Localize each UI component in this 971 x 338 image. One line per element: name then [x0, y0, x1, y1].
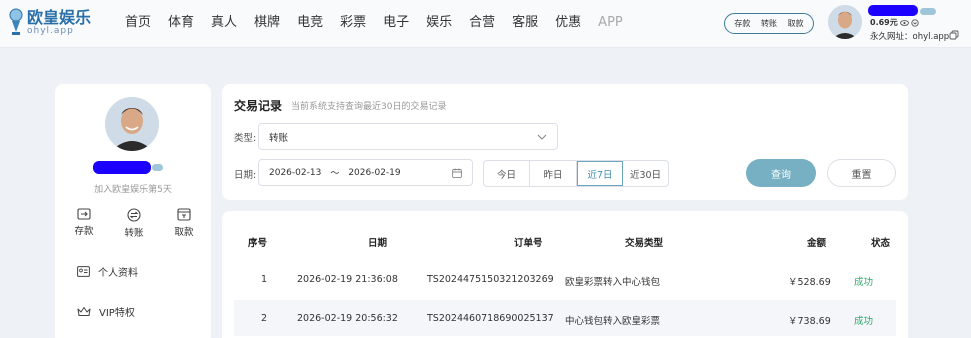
sidebar-item-label: VIP特权	[99, 308, 135, 319]
vip-badge	[152, 164, 163, 171]
date-separator: ～	[330, 169, 340, 179]
header-type: 交易类型	[625, 238, 664, 249]
sidebar-transfer-button[interactable]: 转账	[119, 208, 149, 239]
nav-lottery[interactable]: 彩票	[340, 15, 366, 31]
header-withdraw-button[interactable]: 取款	[788, 18, 804, 29]
cell-order: TS2024475150321203269	[427, 274, 554, 285]
quick-actions: 存款 转账 取款	[69, 208, 199, 239]
header-date: 日期	[368, 238, 388, 249]
permanent-url: 永久网址：ohyl.app	[870, 30, 949, 42]
period-7days-button[interactable]: 近7日	[577, 161, 623, 186]
date-end[interactable]: 2026-02-19	[348, 168, 400, 178]
table-row: 1 2026-02-19 21:36:08 TS2024475150321203…	[234, 261, 896, 297]
page-title: 交易记录	[234, 99, 283, 113]
join-days-text: 加入欧皇娱乐第5天	[94, 185, 172, 195]
cell-date: 2026-02-19 21:36:08	[297, 274, 398, 285]
nav-affiliate[interactable]: 合营	[469, 15, 495, 31]
reset-button[interactable]: 重置	[827, 159, 896, 187]
transaction-filter-panel: 交易记录 当前系统支持查询最近30日的交易记录 类型: 转账 日期: 2026-…	[222, 84, 908, 200]
withdraw-label: 取款	[174, 227, 194, 238]
brand-logo[interactable]: 欧皇娱乐 ohyl.app	[8, 8, 91, 38]
nav-esports[interactable]: 电竞	[297, 15, 323, 31]
nav-home[interactable]: 首页	[125, 15, 151, 31]
balance-display: 0.69元	[870, 17, 919, 28]
profile-avatar[interactable]	[105, 97, 159, 151]
brand-subtitle: ohyl.app	[27, 26, 74, 36]
header-no: 序号	[248, 238, 268, 249]
nav-app[interactable]: APP	[598, 15, 623, 31]
refresh-icon[interactable]	[911, 18, 919, 27]
eye-icon[interactable]	[899, 19, 909, 26]
top-navbar: 欧皇娱乐 ohyl.app 首页 体育 真人 棋牌 电竞 彩票 电子 娱乐 合营…	[0, 0, 971, 48]
period-today-button[interactable]: 今日	[484, 161, 530, 186]
transfer-label: 转账	[124, 228, 144, 239]
cell-no: 1	[261, 274, 268, 285]
cell-type: 欧皇彩票转入中心钱包	[565, 277, 661, 288]
withdraw-icon	[177, 208, 191, 221]
type-select-value: 转账	[269, 132, 289, 144]
header-order: 订单号	[514, 238, 543, 249]
transfer-icon	[127, 208, 141, 222]
avatar-portrait-icon	[828, 5, 862, 39]
period-toggle: 今日 昨日 近7日 近30日	[483, 160, 669, 187]
nav-cards[interactable]: 棋牌	[254, 15, 280, 31]
main-nav: 首页 体育 真人 棋牌 电竞 彩票 电子 娱乐 合营 客服 优惠 APP	[125, 15, 640, 31]
period-30days-button[interactable]: 近30日	[623, 161, 668, 186]
sidebar-item-label: 个人资料	[98, 268, 138, 279]
period-yesterday-button[interactable]: 昨日	[530, 161, 577, 186]
header-avatar[interactable]	[828, 5, 862, 39]
table-row: 2 2026-02-19 20:56:32 TS2024460718690025…	[234, 300, 896, 336]
cell-amount: ￥738.69	[788, 316, 831, 327]
type-select[interactable]: 转账	[258, 123, 558, 150]
deposit-icon	[77, 208, 91, 220]
sidebar-item-profile[interactable]: 个人资料	[77, 264, 138, 279]
sidebar-deposit-button[interactable]: 存款	[69, 208, 99, 239]
cell-amount: ￥528.69	[788, 277, 831, 288]
nav-sports[interactable]: 体育	[168, 15, 194, 31]
deposit-label: 存款	[74, 226, 94, 237]
nav-support[interactable]: 客服	[512, 15, 538, 31]
date-start[interactable]: 2026-02-13	[269, 168, 321, 178]
crown-icon	[77, 307, 91, 316]
transactions-table: 序号 日期 订单号 交易类型 金额 状态 1 2026-02-19 21:36:…	[222, 211, 908, 338]
brand-name: 欧皇娱乐	[27, 8, 92, 27]
balance-value: 0.69元	[870, 18, 898, 27]
header-status: 状态	[871, 238, 891, 249]
header-transfer-button[interactable]: 转账	[761, 18, 777, 29]
cell-type: 中心钱包转入欧皇彩票	[565, 316, 661, 327]
date-label: 日期:	[234, 170, 257, 181]
cell-date: 2026-02-19 20:56:32	[297, 313, 398, 324]
profile-icon	[77, 266, 90, 277]
nav-live-casino[interactable]: 真人	[211, 15, 237, 31]
vip-badge	[920, 8, 936, 15]
cell-no: 2	[261, 313, 268, 324]
status-badge: 成功	[854, 277, 874, 288]
nav-slots[interactable]: 电子	[383, 15, 409, 31]
trophy-logo-icon	[9, 8, 23, 35]
url-label: 永久网址：	[870, 32, 913, 42]
nav-promotions[interactable]: 优惠	[555, 15, 581, 31]
sidebar-item-vip[interactable]: VIP特权	[77, 304, 135, 319]
header-amount: 金额	[807, 238, 827, 249]
url-value: ohyl.app	[912, 32, 950, 42]
query-button[interactable]: 查询	[746, 159, 816, 187]
chevron-down-icon	[537, 134, 547, 140]
wallet-button-group: 存款 转账 取款	[724, 13, 814, 34]
type-label: 类型:	[234, 133, 257, 144]
header-deposit-button[interactable]: 存款	[734, 18, 750, 29]
user-sidebar: 加入欧皇娱乐第5天 存款 转账 取款 个人资料 VIP特权	[55, 84, 211, 338]
nav-entertainment[interactable]: 娱乐	[426, 15, 452, 31]
redacted-username	[93, 161, 151, 174]
date-range-picker[interactable]: 2026-02-13 ～ 2026-02-19	[258, 159, 473, 186]
copy-icon[interactable]	[949, 30, 959, 40]
redacted-username	[868, 5, 918, 16]
sidebar-withdraw-button[interactable]: 取款	[169, 208, 199, 239]
status-badge: 成功	[854, 316, 874, 327]
cell-order: TS2024460718690025137	[427, 313, 554, 324]
calendar-icon	[452, 168, 462, 178]
page-subtitle: 当前系统支持查询最近30日的交易记录	[291, 102, 447, 112]
avatar-portrait-icon	[105, 97, 159, 151]
